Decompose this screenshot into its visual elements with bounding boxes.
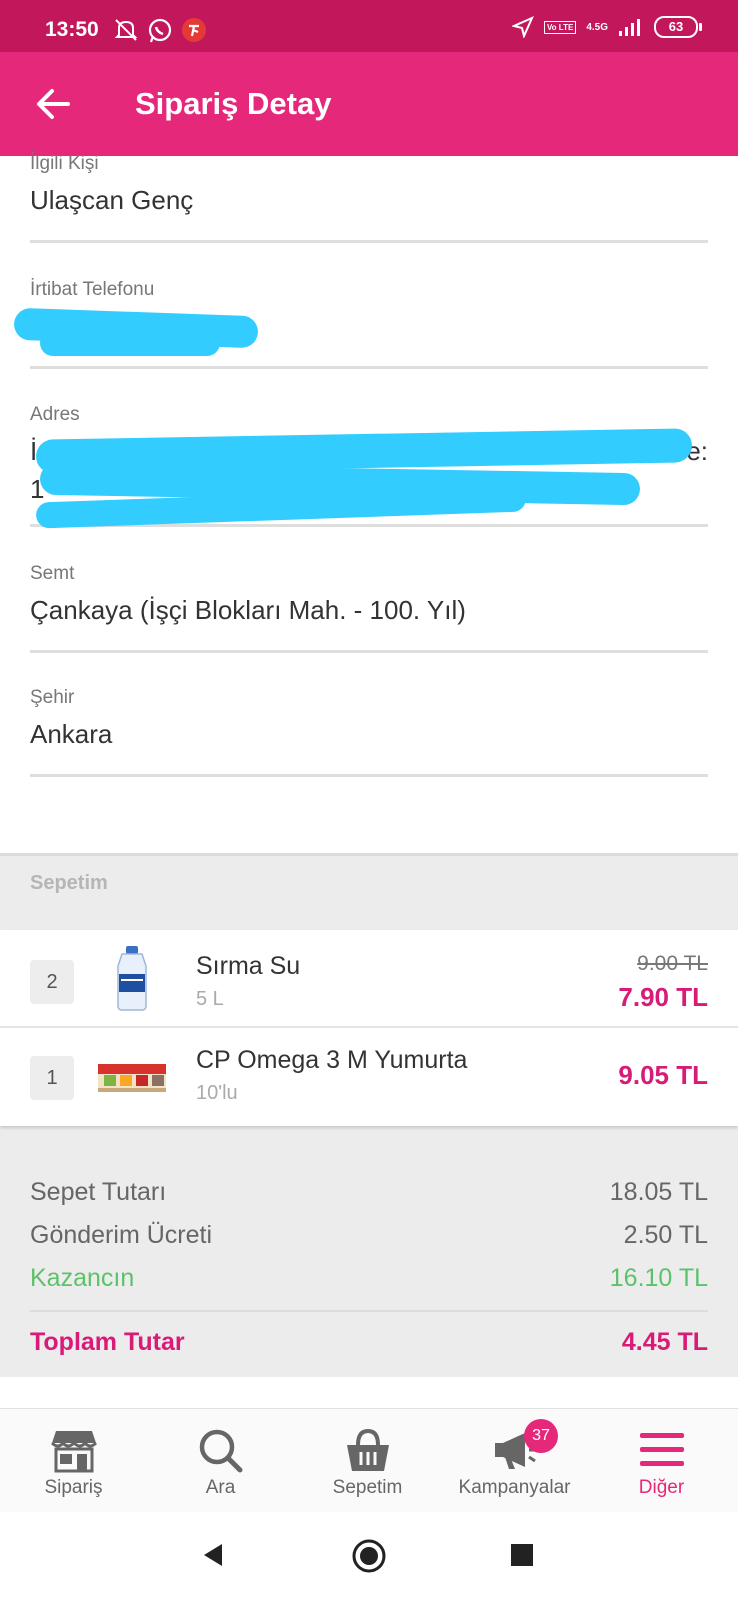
back-nav-icon[interactable]	[200, 1542, 226, 1568]
product-name: Sırma Su	[196, 952, 301, 980]
city-divider	[30, 774, 708, 777]
summary-divider	[30, 1310, 708, 1312]
system-nav-bar	[0, 1512, 738, 1600]
district-value: Çankaya (İşçi Blokları Mah. - 100. Yıl)	[30, 595, 466, 625]
old-price: 9.00 TL	[637, 952, 708, 975]
address-label: Adres	[30, 404, 80, 425]
shipping-label: Gönderim Ücreti	[30, 1221, 212, 1249]
nav-label: Diğer	[638, 1477, 685, 1498]
quantity-badge: 1	[30, 1056, 74, 1100]
city-label: Şehir	[30, 687, 75, 708]
district-label: Semt	[30, 563, 75, 584]
store-icon	[50, 1431, 97, 1473]
list-item[interactable]: 2 Sırma Su 5 L 9.00 TL 7.90 TL	[0, 930, 738, 1028]
status-right: Vo LTE 4.5G 63	[511, 16, 702, 38]
search-icon	[199, 1429, 242, 1473]
page-title: Sipariş Detay	[135, 86, 332, 121]
phone-divider	[30, 366, 708, 369]
contact-divider	[30, 240, 708, 243]
district-field: Semt Çankaya (İşçi Blokları Mah. - 100. …	[30, 563, 708, 653]
section-shadow	[0, 853, 738, 856]
bottom-nav: Sipariş Ara Sepetim 37 Kampanyalar Diğer	[0, 1408, 738, 1513]
arrow-left-icon[interactable]	[26, 76, 82, 132]
redaction-scribble	[40, 330, 220, 356]
app-notification-icon	[182, 18, 206, 42]
nav-sepetim[interactable]: Sepetim	[294, 1409, 441, 1513]
contact-field: İlgili Kişi Ulaşcan Genç	[30, 153, 708, 243]
basket-icon	[346, 1428, 389, 1471]
nav-label: Sepetim	[332, 1477, 403, 1498]
nav-label: Sipariş	[44, 1477, 103, 1498]
product-price: 9.05 TL	[618, 1060, 708, 1090]
phone-label: İrtibat Telefonu	[30, 279, 155, 300]
city-value: Ankara	[30, 719, 113, 749]
city-field: Şehir Ankara	[30, 687, 708, 777]
volte-indicator: Vo LTE	[543, 20, 577, 34]
status-time: 13:50	[45, 18, 99, 41]
phone-field: İrtibat Telefonu	[30, 279, 708, 369]
water-bottle-image	[117, 946, 147, 1011]
product-price: 7.90 TL	[618, 982, 708, 1012]
shipping-row: Gönderim Ücreti 2.50 TL	[30, 1221, 708, 1250]
contact-value: Ulaşcan Genç	[30, 185, 194, 215]
status-bar: 13:50 Vo LTE 4.5G 63	[0, 0, 738, 52]
egg-carton-image	[98, 1064, 166, 1092]
mute-icon	[114, 19, 138, 41]
nav-diger[interactable]: Diğer	[588, 1409, 735, 1513]
basket-total-label: Sepet Tutarı	[30, 1178, 167, 1206]
savings-amount: 16.10 TL	[609, 1264, 708, 1292]
savings-row: Kazancın 16.10 TL	[30, 1264, 708, 1293]
location-icon	[511, 16, 534, 38]
cart-title: Sepetim	[30, 872, 108, 894]
cart-list: 2 Sırma Su 5 L 9.00 TL 7.90 TL 1 CP Omeg…	[0, 930, 738, 1126]
signal-icon	[619, 19, 640, 36]
nav-kampanyalar[interactable]: 37 Kampanyalar	[441, 1409, 588, 1513]
product-unit: 10'lu	[196, 1082, 238, 1104]
nav-siparis[interactable]: Sipariş	[0, 1409, 147, 1513]
basket-total-row: Sepet Tutarı 18.05 TL	[30, 1178, 708, 1207]
shipping-amount: 2.50 TL	[623, 1221, 708, 1249]
total-amount: 4.45 TL	[621, 1328, 708, 1356]
nav-label: Kampanyalar	[458, 1477, 571, 1498]
whatsapp-icon	[148, 18, 172, 43]
menu-icon	[639, 1433, 684, 1466]
nav-ara[interactable]: Ara	[147, 1409, 294, 1513]
product-name: CP Omega 3 M Yumurta	[196, 1046, 468, 1074]
quantity-badge: 2	[30, 960, 74, 1004]
basket-total-amount: 18.05 TL	[609, 1178, 708, 1206]
app-bar: Sipariş Detay	[0, 52, 738, 156]
total-label: Toplam Tutar	[30, 1328, 185, 1356]
nav-label: Ara	[205, 1477, 236, 1498]
battery-indicator: 63	[654, 16, 702, 38]
contact-label: İlgili Kişi	[30, 153, 99, 174]
home-nav-icon[interactable]	[351, 1538, 387, 1574]
recents-nav-icon[interactable]	[510, 1543, 534, 1567]
district-divider	[30, 650, 708, 653]
total-row: Toplam Tutar 4.45 TL	[30, 1328, 708, 1357]
notification-badge: 37	[524, 1419, 558, 1453]
product-unit: 5 L	[196, 988, 224, 1010]
network-type: 4.5G	[586, 21, 608, 33]
savings-label: Kazancın	[30, 1264, 135, 1292]
list-item[interactable]: 1 CP Omega 3 M Yumurta 10'lu 9.05 TL	[0, 1028, 738, 1125]
